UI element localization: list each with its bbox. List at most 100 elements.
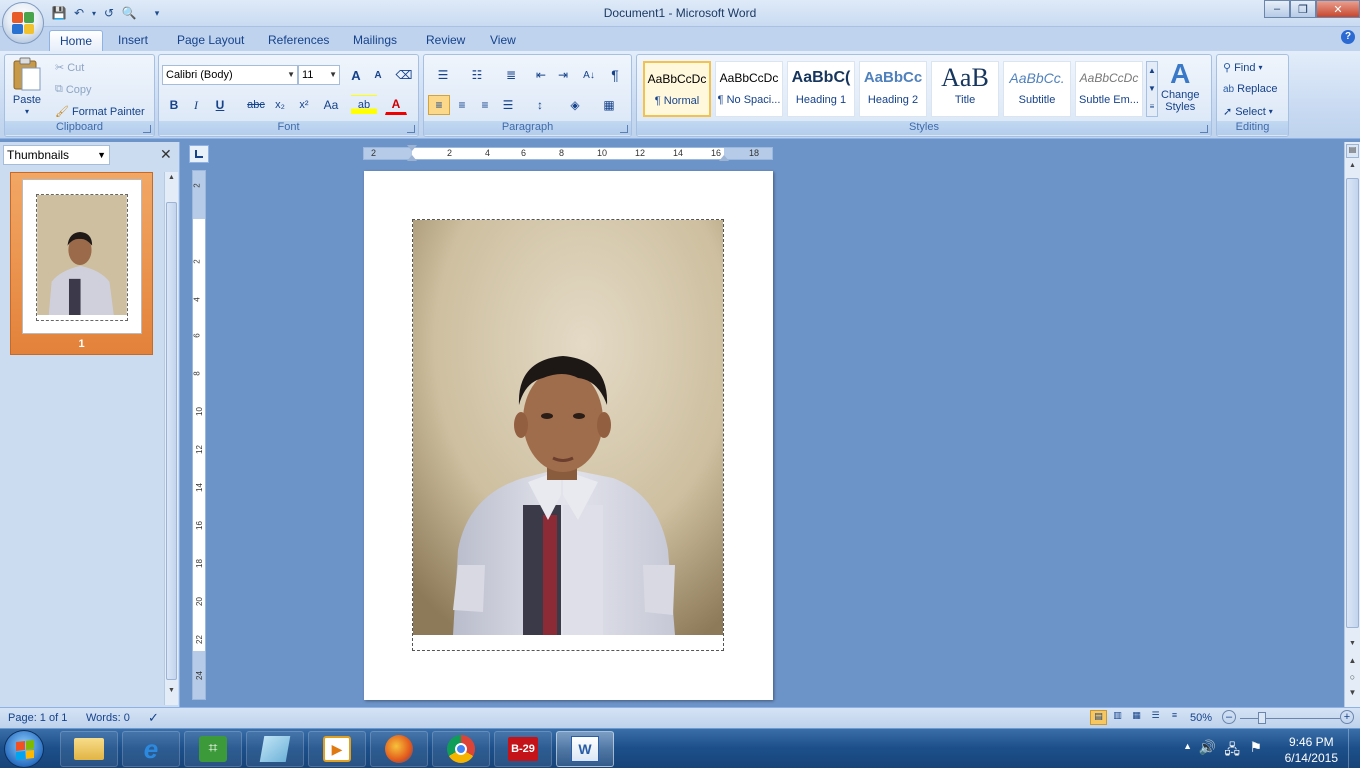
- scroll-down-icon[interactable]: ▼: [1346, 640, 1359, 654]
- tab-mailings[interactable]: Mailings: [343, 30, 407, 51]
- replace-button[interactable]: ab Replace: [1223, 83, 1277, 95]
- right-indent-marker[interactable]: [719, 155, 729, 161]
- numbering-icon[interactable]: ☷: [462, 65, 492, 85]
- word-count[interactable]: Words: 0: [86, 712, 130, 724]
- full-screen-reading-icon[interactable]: ▥: [1109, 710, 1126, 725]
- word-task[interactable]: W: [556, 731, 614, 767]
- tab-home[interactable]: Home: [49, 30, 104, 51]
- explorer-task[interactable]: [60, 731, 118, 767]
- tab-review[interactable]: Review: [416, 30, 475, 51]
- underline-button[interactable]: U: [209, 95, 231, 115]
- line-spacing-icon[interactable]: ↕: [526, 95, 554, 115]
- styles-gallery-scroll[interactable]: ▲ ▼ ≡: [1146, 61, 1158, 117]
- action-center-flag-icon[interactable]: ⚑: [1249, 739, 1262, 756]
- zoom-in-icon[interactable]: +: [1340, 710, 1354, 724]
- decrease-indent-icon[interactable]: ⇤: [530, 65, 552, 85]
- restore-button[interactable]: ❐: [1290, 0, 1316, 18]
- tab-page-layout[interactable]: Page Layout: [167, 30, 254, 51]
- ie-task[interactable]: e: [122, 731, 180, 767]
- view-ruler-icon[interactable]: ▤: [1346, 144, 1359, 158]
- scroll-up-icon[interactable]: ▲: [1346, 162, 1359, 176]
- italic-button[interactable]: I: [185, 95, 207, 115]
- thumbnails-scrollbar[interactable]: ▲ ▼: [164, 172, 178, 705]
- change-styles-button[interactable]: A Change Styles: [1161, 59, 1200, 114]
- styles-launcher-icon[interactable]: [1200, 125, 1208, 133]
- inserted-photo[interactable]: [413, 220, 723, 635]
- style-title[interactable]: AaB Title: [931, 61, 999, 117]
- outline-icon[interactable]: ☰: [1147, 710, 1164, 725]
- zoom-out-icon[interactable]: –: [1222, 710, 1236, 724]
- sort-button[interactable]: A↓: [578, 65, 600, 85]
- tab-insert[interactable]: Insert: [108, 30, 158, 51]
- cut-button[interactable]: ✂ Cut: [55, 61, 84, 75]
- change-case-button[interactable]: Aa: [317, 95, 345, 115]
- show-hidden-icons[interactable]: ▲: [1183, 741, 1192, 751]
- vertical-scrollbar[interactable]: ▤ ▲ ▼ ▲ ○ ▼: [1344, 142, 1360, 707]
- b29-task[interactable]: B-29: [494, 731, 552, 767]
- shading-icon[interactable]: ◈: [560, 95, 590, 115]
- zoom-level[interactable]: 50%: [1190, 712, 1212, 724]
- strikethrough-button[interactable]: abc: [245, 95, 267, 115]
- camtasia-task[interactable]: ⌗: [184, 731, 242, 767]
- help-icon[interactable]: ?: [1341, 30, 1355, 44]
- font-launcher-icon[interactable]: [407, 125, 415, 133]
- style-normal[interactable]: AaBbCcDc ¶ Normal: [643, 61, 711, 117]
- first-line-indent-marker[interactable]: [407, 145, 417, 151]
- tab-view[interactable]: View: [480, 30, 526, 51]
- style-heading-1[interactable]: AaBbC( Heading 1: [787, 61, 855, 117]
- print-layout-icon[interactable]: ▤: [1090, 710, 1107, 725]
- close-pane-icon[interactable]: ✕: [160, 146, 172, 163]
- borders-icon[interactable]: ▦: [594, 95, 624, 115]
- select-browse-object-icon[interactable]: ○: [1346, 672, 1359, 686]
- media-player-task[interactable]: ▶: [308, 731, 366, 767]
- copy-button[interactable]: ⧉ Copy: [55, 83, 92, 96]
- grow-font-button[interactable]: A: [345, 65, 367, 85]
- scroll-down-icon[interactable]: ▼: [166, 687, 177, 701]
- font-size-select[interactable]: 11 ▼: [298, 65, 340, 85]
- draft-icon[interactable]: ≡: [1166, 710, 1183, 725]
- paste-button[interactable]: Paste ▾: [11, 57, 43, 116]
- scroll-thumb[interactable]: [1346, 178, 1359, 628]
- scroll-thumb[interactable]: [166, 202, 177, 680]
- align-left-icon[interactable]: ≡: [428, 95, 450, 115]
- volume-icon[interactable]: 🔊: [1199, 739, 1216, 756]
- chrome-task[interactable]: [432, 731, 490, 767]
- clock[interactable]: 9:46 PM 6/14/2015: [1285, 734, 1338, 766]
- hanging-indent-marker[interactable]: [407, 155, 417, 161]
- previous-page-icon[interactable]: ▲: [1346, 656, 1359, 670]
- bold-button[interactable]: B: [163, 95, 185, 115]
- format-painter-button[interactable]: 🖌 Format Painter: [55, 105, 145, 119]
- network-icon[interactable]: 🖧: [1224, 739, 1240, 763]
- next-page-icon[interactable]: ▼: [1346, 688, 1359, 702]
- style-subtitle[interactable]: AaBbCc. Subtitle: [1003, 61, 1071, 117]
- clear-formatting-icon[interactable]: ⌫: [393, 65, 415, 85]
- show-desktop-button[interactable]: [1348, 729, 1360, 768]
- font-name-select[interactable]: Calibri (Body) ▼: [162, 65, 298, 85]
- show-hide-button[interactable]: ¶: [604, 65, 626, 85]
- navigation-pane-select[interactable]: Thumbnails ▼: [3, 145, 110, 165]
- web-layout-icon[interactable]: ▦: [1128, 710, 1145, 725]
- style-no-spacing[interactable]: AaBbCcDc ¶ No Spaci...: [715, 61, 783, 117]
- page-thumbnail[interactable]: 1: [10, 172, 153, 355]
- image-frame[interactable]: [412, 219, 724, 651]
- increase-indent-icon[interactable]: ⇥: [552, 65, 574, 85]
- scroll-up-icon[interactable]: ▲: [166, 174, 177, 188]
- start-button[interactable]: [4, 730, 44, 768]
- zoom-slider-track[interactable]: [1240, 718, 1340, 719]
- highlight-button[interactable]: ab: [351, 95, 377, 115]
- bullets-icon[interactable]: ☰: [428, 65, 458, 85]
- subscript-button[interactable]: x₂: [269, 95, 291, 115]
- clipboard-launcher-icon[interactable]: [143, 125, 151, 133]
- horizontal-ruler[interactable]: 2 2 4 6 8 10 12 14 16 18: [363, 145, 773, 161]
- superscript-button[interactable]: x²: [293, 95, 315, 115]
- justify-icon[interactable]: ☰: [497, 95, 519, 115]
- style-subtle-emphasis[interactable]: AaBbCcDc Subtle Em...: [1075, 61, 1143, 117]
- document-page[interactable]: [364, 171, 773, 700]
- close-button[interactable]: ✕: [1316, 0, 1360, 18]
- proofing-icon[interactable]: ✓: [148, 710, 159, 726]
- style-heading-2[interactable]: AaBbCc Heading 2: [859, 61, 927, 117]
- office-button[interactable]: [2, 2, 44, 44]
- paragraph-launcher-icon[interactable]: [620, 125, 628, 133]
- zoom-slider-thumb[interactable]: [1258, 712, 1266, 724]
- tab-references[interactable]: References: [258, 30, 339, 51]
